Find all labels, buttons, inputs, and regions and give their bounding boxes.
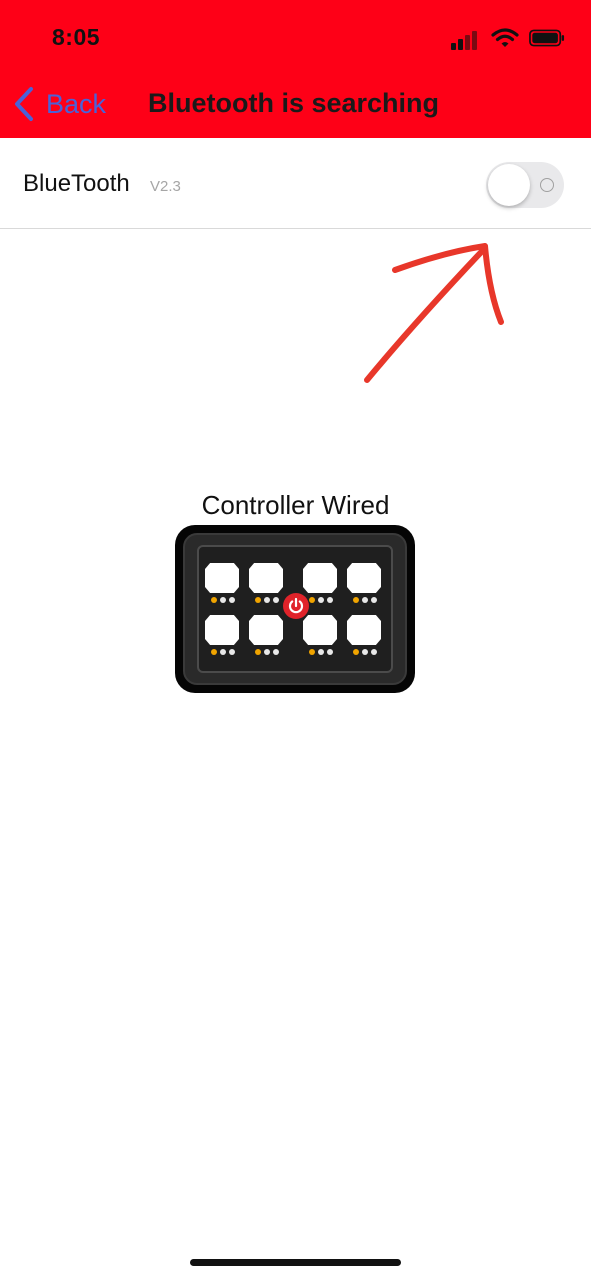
- status-time: 8:05: [52, 24, 101, 50]
- controller-panel: [197, 545, 393, 673]
- toggle-knob: [488, 164, 530, 206]
- controller-button-4[interactable]: [347, 563, 381, 593]
- controller-button-2[interactable]: [249, 563, 283, 593]
- battery-icon: [529, 29, 565, 47]
- back-label: Back: [46, 88, 107, 119]
- bluetooth-label: BlueTooth: [23, 170, 130, 197]
- controller-image: [175, 525, 415, 693]
- indicator-dots: [353, 597, 377, 603]
- indicator-dots: [353, 649, 377, 655]
- indicator-dots: [255, 597, 279, 603]
- controller-button-8[interactable]: [347, 615, 381, 645]
- controller-button-1[interactable]: [205, 563, 239, 593]
- nav-header: 8:05 Back Bluetooth is searching: [0, 0, 591, 138]
- bluetooth-toggle[interactable]: [486, 162, 564, 208]
- indicator-dots: [211, 649, 235, 655]
- controller-button-6[interactable]: [249, 615, 283, 645]
- bluetooth-version: V2.3: [150, 178, 181, 195]
- page-title: Bluetooth is searching: [148, 88, 440, 118]
- annotation-arrow-icon: [364, 243, 504, 383]
- toggle-off-indicator: [540, 178, 554, 192]
- back-button[interactable]: Back: [12, 84, 106, 124]
- indicator-dots: [309, 597, 333, 603]
- bluetooth-setting-row: BlueTooth V2.3: [0, 138, 591, 229]
- controller-caption: Controller Wired: [201, 490, 390, 520]
- power-button[interactable]: [283, 593, 309, 619]
- indicator-dots: [255, 649, 279, 655]
- controller-button-7[interactable]: [303, 615, 337, 645]
- indicator-dots: [211, 597, 235, 603]
- controller-frame: [183, 533, 407, 685]
- wifi-icon: [491, 28, 519, 47]
- signal-icon: [451, 31, 477, 50]
- home-indicator[interactable]: [190, 1259, 401, 1266]
- chevron-left-icon: [15, 87, 33, 121]
- indicator-dots: [309, 649, 333, 655]
- controller-button-3[interactable]: [303, 563, 337, 593]
- controller-button-5[interactable]: [205, 615, 239, 645]
- power-icon: [288, 597, 304, 614]
